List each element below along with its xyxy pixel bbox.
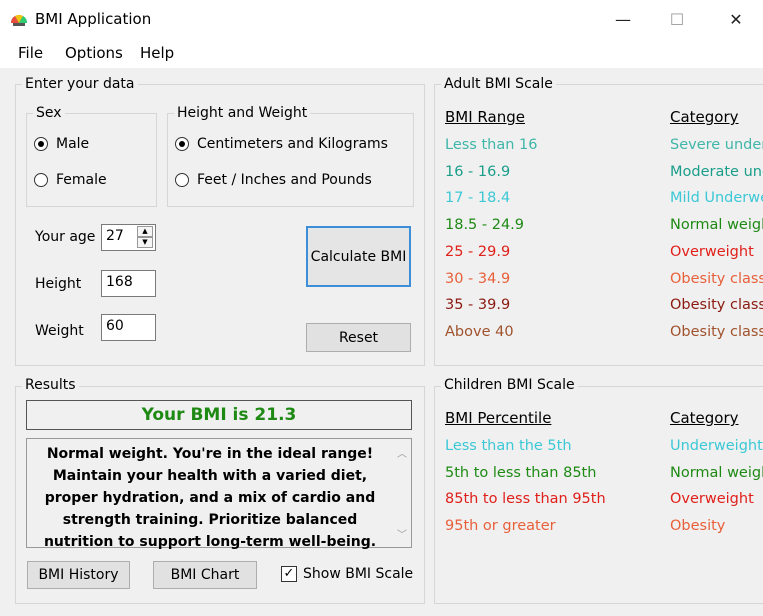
male-label[interactable]: Male — [56, 136, 89, 152]
adult_scale-category-cell: Severe underw — [670, 137, 763, 153]
weight-label: Weight — [35, 323, 84, 339]
children_scale-range-cell: 5th to less than 85th — [445, 464, 597, 481]
adult_scale-category-cell: Mild Underwe — [670, 190, 763, 207]
show-scale-label[interactable]: Show BMI Scale — [303, 566, 413, 582]
reset-button[interactable]: Reset — [306, 323, 411, 352]
adult_scale-range-cell: 35 - 39.9 — [445, 297, 511, 314]
scroll-up-icon[interactable]: ︿ — [397, 445, 407, 460]
age-value: 27 — [106, 228, 124, 244]
bmi-history-button[interactable]: BMI History — [27, 561, 130, 589]
minimize-button[interactable]: — — [600, 0, 646, 38]
message-box[interactable]: Normal weight. You're in the ideal range… — [26, 438, 412, 550]
menu-options[interactable]: Options — [65, 44, 123, 62]
adult_scale-category-cell: Normal weigh — [670, 217, 763, 234]
children-range-header: BMI Percentile — [445, 409, 552, 427]
weight-input[interactable]: 60 — [101, 314, 156, 341]
sex-group — [26, 113, 157, 207]
window-title: BMI Application — [35, 10, 152, 28]
height-input[interactable]: 168 — [101, 270, 156, 297]
bmi-result: Your BMI is 21.3 — [26, 400, 412, 430]
adult_scale-range-cell: 25 - 29.9 — [445, 243, 511, 260]
male-radio[interactable] — [34, 137, 48, 151]
female-label[interactable]: Female — [56, 172, 107, 188]
imperial-label[interactable]: Feet / Inches and Pounds — [197, 172, 372, 188]
show-scale-checkbox[interactable]: ✓ — [281, 566, 297, 582]
adult_scale-category-cell: Obesity class 3 — [670, 323, 763, 340]
children_scale-range-cell: 85th to less than 95th — [445, 491, 606, 508]
bmi-chart-button[interactable]: BMI Chart — [153, 561, 257, 589]
age-up-button[interactable]: ▲ — [137, 226, 153, 237]
children-category-header: Category — [670, 409, 739, 427]
children_scale-category-cell: Overweight — [670, 491, 754, 508]
menu-file[interactable]: File — [18, 44, 43, 62]
children_scale-range-cell: 95th or greater — [445, 518, 556, 535]
message-scrollbar[interactable]: ︿ ﹀ — [393, 439, 411, 547]
children-scale-title: Children BMI Scale — [441, 377, 578, 393]
adult_scale-category-cell: Obesity class 1 — [670, 270, 763, 287]
adult_scale-range-cell: 16 - 16.9 — [445, 163, 511, 180]
age-label: Your age — [35, 229, 96, 245]
maximize-button[interactable]: ☐ — [654, 0, 700, 38]
units-group — [167, 113, 414, 207]
close-button[interactable]: ✕ — [713, 0, 759, 38]
message-text: Normal weight. You're in the ideal range… — [43, 446, 377, 550]
height-value: 168 — [106, 274, 133, 290]
sex-title: Sex — [33, 105, 65, 121]
adult-range-header: BMI Range — [445, 108, 525, 126]
adult_scale-category-cell: Overweight — [670, 243, 754, 260]
scroll-down-icon[interactable]: ﹀ — [397, 526, 407, 541]
app-icon — [10, 9, 28, 27]
adult_scale-category-cell: Obesity class 2 — [670, 297, 763, 314]
female-radio[interactable] — [34, 173, 48, 187]
age-down-button[interactable]: ▼ — [137, 237, 153, 248]
adult_scale-category-cell: Moderate und — [670, 163, 763, 180]
adult_scale-range-cell: 17 - 18.4 — [445, 190, 511, 207]
adult-scale-title: Adult BMI Scale — [441, 76, 556, 92]
units-title: Height and Weight — [174, 105, 311, 121]
imperial-radio[interactable] — [175, 173, 189, 187]
adult-category-header: Category — [670, 108, 739, 126]
height-label: Height — [35, 276, 82, 292]
metric-label[interactable]: Centimeters and Kilograms — [197, 136, 388, 152]
children_scale-category-cell: Obesity — [670, 518, 726, 535]
calculate-bmi-button[interactable]: Calculate BMI — [306, 226, 411, 287]
weight-value: 60 — [106, 318, 124, 334]
adult_scale-range-cell: 18.5 - 24.9 — [445, 217, 525, 234]
adult_scale-range-cell: Less than 16 — [445, 137, 538, 153]
adult_scale-range-cell: 30 - 34.9 — [445, 270, 511, 287]
metric-radio[interactable] — [175, 137, 189, 151]
menu-help[interactable]: Help — [140, 44, 174, 62]
children_scale-category-cell: Normal weigh — [670, 464, 763, 481]
adult_scale-range-cell: Above 40 — [445, 323, 514, 340]
enter-data-title: Enter your data — [22, 76, 138, 92]
results-title: Results — [22, 377, 79, 393]
children_scale-category-cell: Underweight — [670, 438, 763, 454]
children_scale-range-cell: Less than the 5th — [445, 438, 572, 454]
